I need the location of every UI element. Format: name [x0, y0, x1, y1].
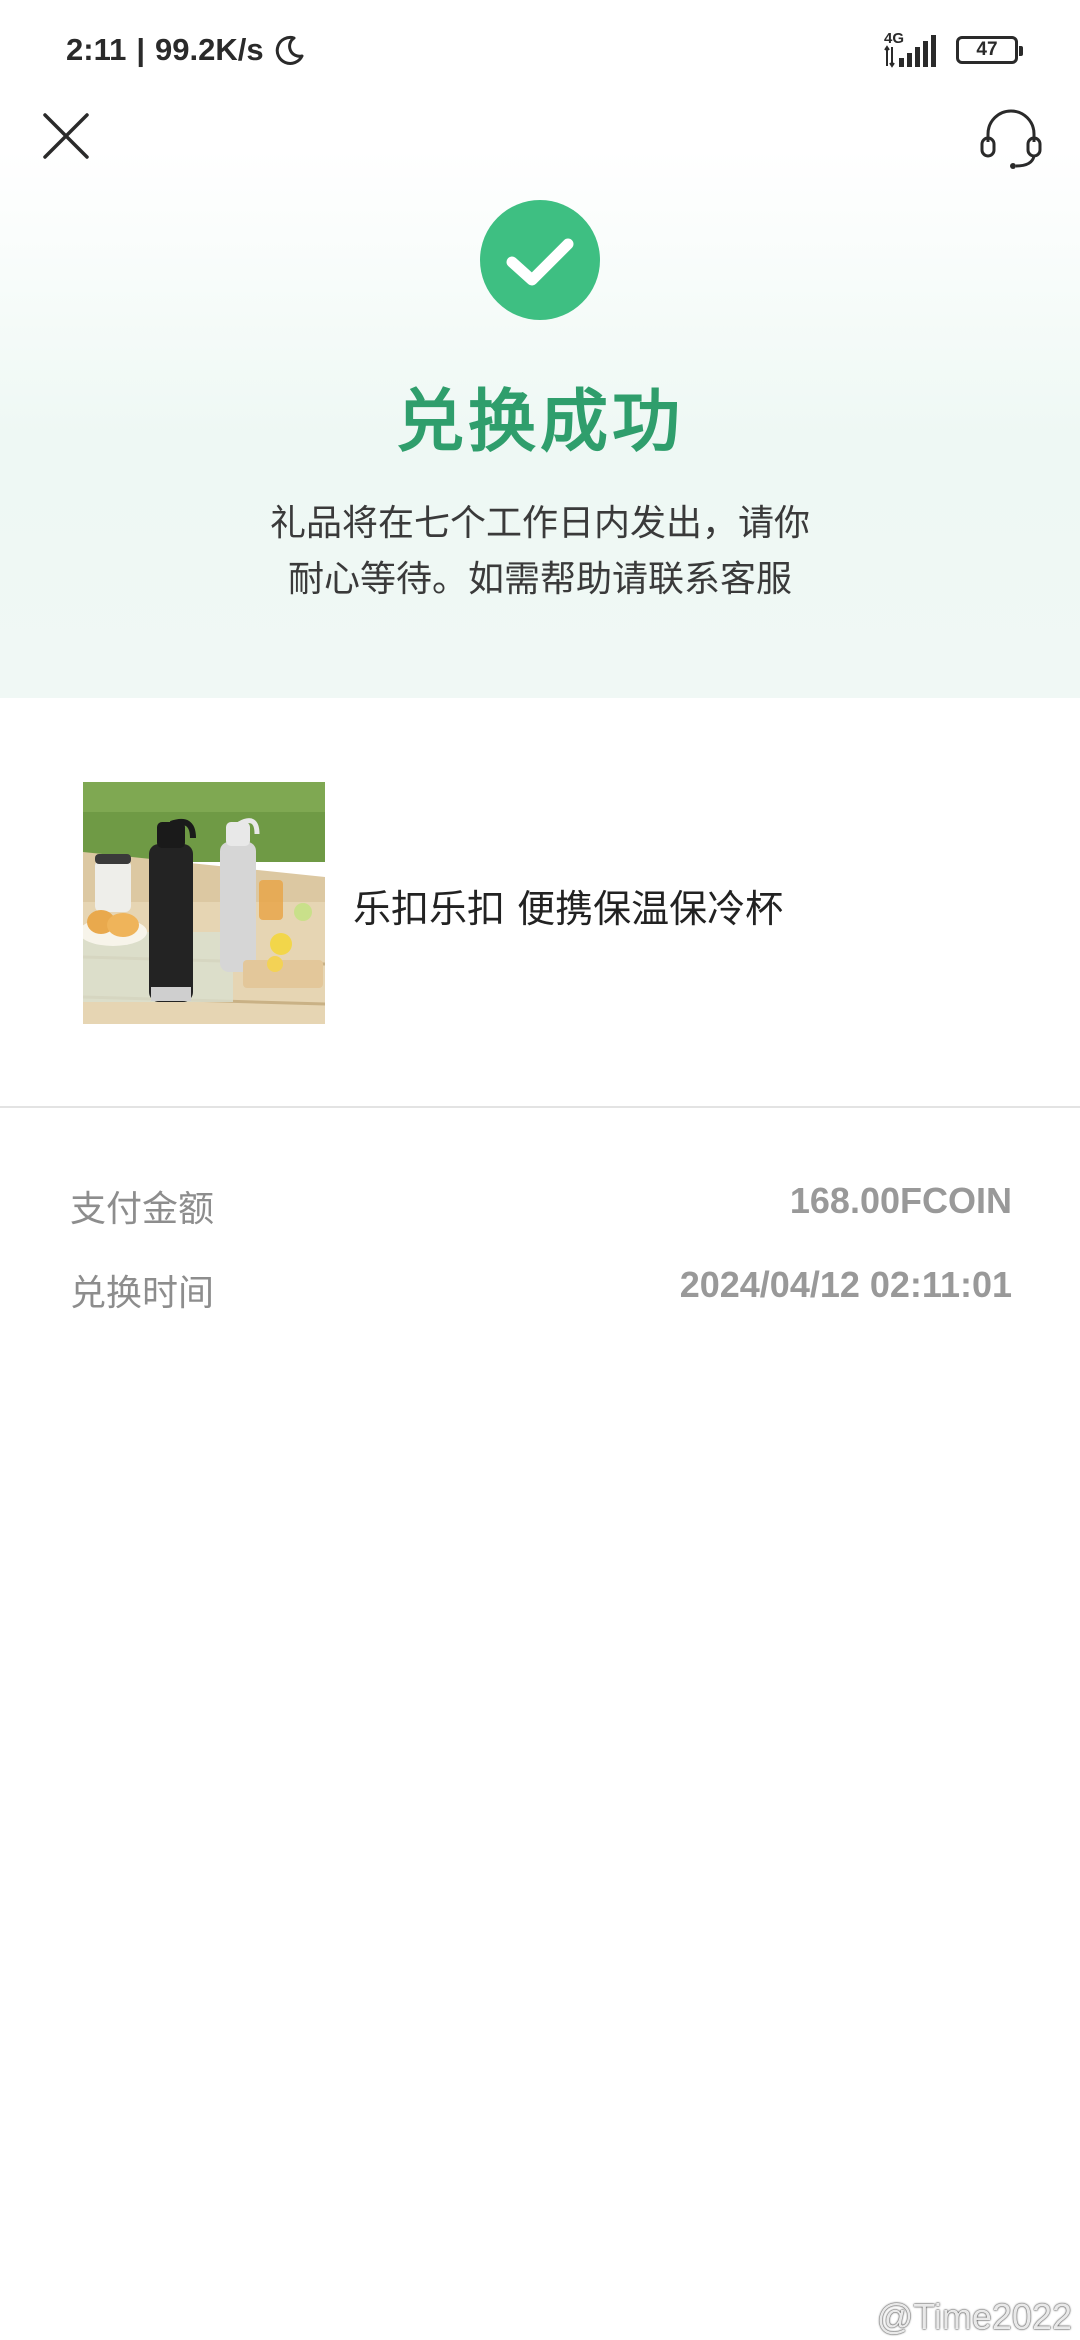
product-image	[83, 782, 325, 1024]
payment-amount-label: 支付金额	[70, 1189, 215, 1230]
status-time: 2:11	[66, 32, 127, 67]
network-speed: 99.2K/s	[155, 32, 264, 67]
moon-icon	[275, 35, 304, 65]
battery-icon: 47	[956, 36, 1023, 64]
product-name: 乐扣乐扣 便携保温保冷杯	[353, 887, 784, 931]
close-button[interactable]	[40, 110, 92, 162]
signal-icon: 4G	[882, 30, 942, 68]
headset-icon	[980, 109, 1042, 169]
success-message: 礼品将在七个工作日内发出，请你 耐心等待。如需帮助请联系客服	[0, 496, 1080, 608]
payment-amount-value: 168.00FCOIN	[789, 1180, 1012, 1221]
battery-level: 47	[976, 39, 998, 60]
exchange-time-row: 兑换时间 2024/04/12 02:11:01	[70, 1264, 1012, 1314]
status-right: 4G 47	[882, 30, 1023, 70]
status-bar: 2:11 | 99.2K/s 4G 47	[0, 0, 1080, 100]
divider	[0, 1106, 1080, 1108]
exchange-time-value: 2024/04/12 02:11:01	[679, 1264, 1012, 1305]
watermark-text: @Time2022	[876, 2296, 1072, 2337]
product-card[interactable]: 乐扣乐扣 便携保温保冷杯	[83, 782, 1003, 1024]
close-icon	[43, 113, 89, 159]
customer-service-button[interactable]	[978, 106, 1044, 170]
success-message-line-2: 耐心等待。如需帮助请联系客服	[287, 559, 792, 600]
success-title: 兑换成功	[395, 383, 684, 462]
status-left: 2:11 | 99.2K/s	[66, 28, 306, 72]
success-message-line-1: 礼品将在七个工作日内发出，请你	[269, 503, 810, 544]
watermark: @Time2022	[877, 2296, 1072, 2338]
check-circle-icon	[480, 200, 600, 320]
payment-amount-row: 支付金额 168.00FCOIN	[70, 1180, 1012, 1230]
exchange-time-label: 兑换时间	[70, 1273, 215, 1314]
status-separator: |	[136, 32, 146, 67]
